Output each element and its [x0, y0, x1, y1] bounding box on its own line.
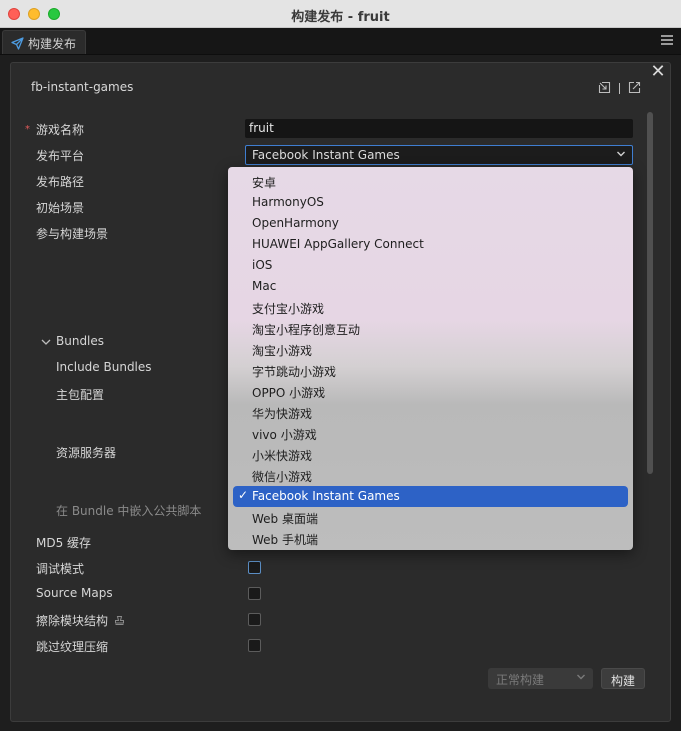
dropdown-option[interactable]: Web 手机端 [233, 528, 628, 549]
stamp-icon [114, 616, 124, 625]
export-icon[interactable] [628, 81, 641, 94]
dropdown-option-label: 微信小游戏 [252, 470, 313, 484]
md5-cache-label: MD5 缓存 [36, 536, 92, 550]
dropdown-option[interactable]: OpenHarmony [233, 213, 628, 234]
resource-server-label: 资源服务器 [56, 446, 117, 460]
debug-mode-label: 调试模式 [36, 562, 85, 576]
source-maps-label: Source Maps [36, 586, 113, 600]
build-button[interactable]: 构建 [601, 668, 645, 689]
dropdown-option[interactable]: 淘宝小游戏 [233, 339, 628, 360]
dropdown-option[interactable]: 安卓 [233, 171, 628, 192]
embed-script-label: 在 Bundle 中嵌入公共脚本 [56, 504, 202, 518]
dropdown-option-label: 字节跳动小游戏 [252, 365, 337, 379]
dropdown-option[interactable]: OPPO 小游戏 [233, 381, 628, 402]
toolbar-separator [619, 83, 620, 94]
scenes-label: 参与构建场景 [36, 227, 109, 241]
platform-dropdown-menu: 安卓 HarmonyOS OpenHarmony HUAWEI AppGallery … [228, 167, 633, 550]
dropdown-option-label: iOS [252, 258, 273, 272]
build-path-label: 发布路径 [36, 175, 85, 189]
skip-texture-label: 跳过纹理压缩 [36, 640, 109, 654]
dropdown-option-label: Mac [252, 279, 277, 293]
erase-module-text: 擦除模块结构 [36, 614, 109, 628]
dropdown-option-label: 淘宝小游戏 [252, 344, 313, 358]
dropdown-option-label: HUAWEI AppGallery Connect [252, 237, 424, 251]
platform-select[interactable]: Facebook Instant Games [245, 145, 633, 165]
checkmark-icon: ✓ [238, 488, 249, 502]
close-icon[interactable]: ✕ [650, 63, 666, 81]
debug-mode-checkbox[interactable] [248, 561, 261, 574]
dropdown-option-label: OPPO 小游戏 [252, 386, 326, 400]
start-scene-label: 初始场景 [36, 201, 85, 215]
skip-texture-checkbox[interactable] [248, 639, 261, 652]
config-name: fb-instant-games [31, 80, 134, 94]
main-bundle-label: 主包配置 [56, 388, 105, 402]
dropdown-option-label: 支付宝小游戏 [252, 302, 325, 316]
dropdown-option-label: HarmonyOS [252, 195, 324, 209]
tab-label: 构建发布 [28, 37, 77, 51]
source-maps-checkbox[interactable] [248, 587, 261, 600]
dropdown-option[interactable]: 淘宝小程序创意互动 [233, 318, 628, 339]
dropdown-option-label: Facebook Instant Games [252, 489, 400, 503]
game-name-input[interactable]: fruit [245, 119, 633, 138]
dropdown-option[interactable]: HarmonyOS [233, 192, 628, 213]
required-marker: * [25, 124, 30, 135]
window-title: 构建发布 - fruit [291, 10, 390, 25]
dropdown-option-label: OpenHarmony [252, 216, 339, 230]
window-titlebar: 构建发布 - fruit [0, 0, 681, 28]
game-name-label: 游戏名称 [36, 123, 85, 137]
chevron-down-icon [617, 151, 625, 157]
dropdown-option[interactable]: 小米快游戏 [233, 444, 628, 465]
dropdown-option-label: Web 手机端 [252, 533, 318, 547]
chevron-down-icon[interactable] [41, 338, 51, 346]
dropdown-option[interactable]: 华为快游戏 [233, 402, 628, 423]
include-bundles-label: Include Bundles [56, 360, 152, 374]
erase-module-checkbox[interactable] [248, 613, 261, 626]
chevron-down-icon [577, 674, 585, 680]
dropdown-option[interactable]: Web 桌面端 [233, 507, 628, 528]
dropdown-option[interactable]: 字节跳动小游戏 [233, 360, 628, 381]
dropdown-option[interactable]: vivo 小游戏 [233, 423, 628, 444]
dropdown-option[interactable]: 微信小游戏 [233, 465, 628, 486]
paper-plane-icon [11, 37, 24, 50]
dropdown-option[interactable]: HUAWEI AppGallery Connect [233, 234, 628, 255]
dropdown-option[interactable]: iOS [233, 255, 628, 276]
dropdown-option[interactable]: 支付宝小游戏 [233, 297, 628, 318]
hamburger-menu-icon[interactable] [661, 35, 673, 45]
import-icon[interactable] [598, 81, 611, 94]
dropdown-option-label: vivo 小游戏 [252, 428, 317, 442]
tab-bar: 构建发布 [0, 28, 681, 55]
dropdown-option-label: 淘宝小程序创意互动 [252, 323, 361, 337]
dropdown-option-label: 小米快游戏 [252, 449, 313, 463]
build-mode-select[interactable]: 正常构建 [488, 668, 593, 689]
build-mode-value: 正常构建 [496, 673, 545, 687]
dropdown-option-label: Web 桌面端 [252, 512, 318, 526]
platform-select-value: Facebook Instant Games [252, 148, 400, 162]
panel-scrollbar[interactable] [647, 112, 653, 474]
platform-label: 发布平台 [36, 149, 85, 163]
dropdown-option-label: 安卓 [252, 176, 277, 190]
bundles-section-label[interactable]: Bundles [56, 334, 104, 348]
tab-build-publish[interactable]: 构建发布 [2, 30, 86, 54]
dropdown-option[interactable]: Mac [233, 276, 628, 297]
dropdown-option[interactable]: ✓ Facebook Instant Games [233, 486, 628, 507]
dropdown-option-label: 华为快游戏 [252, 407, 313, 421]
erase-module-label: 擦除模块结构 [36, 612, 125, 629]
